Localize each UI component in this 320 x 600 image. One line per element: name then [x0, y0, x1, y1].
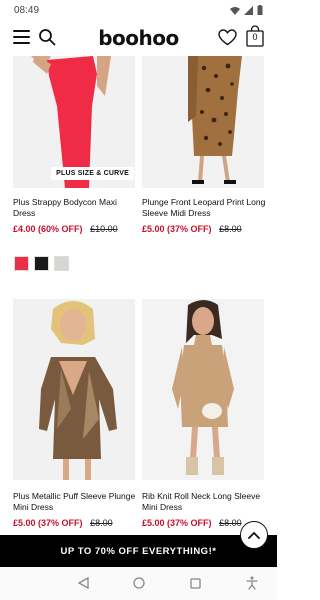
- product-name[interactable]: Rib Knit Roll Neck Long Sleeve Mini Dres…: [142, 491, 266, 513]
- screen: 08:49 boohoo 0 PLUS SIZE & CURVE Plus St…: [0, 0, 277, 600]
- bag-count: 0: [252, 32, 258, 42]
- product-image[interactable]: [142, 299, 264, 480]
- original-price: £8.00: [90, 518, 113, 528]
- sale-price: £5.00: [142, 518, 165, 528]
- color-swatches: [14, 256, 69, 271]
- system-nav-bar: [0, 567, 277, 600]
- color-swatch-red[interactable]: [14, 256, 29, 271]
- product-price: £5.00 (37% OFF) £8.00: [13, 518, 143, 528]
- product-name[interactable]: Plus Metallic Puff Sleeve Plunge Mini Dr…: [13, 491, 137, 513]
- promo-text: UP TO 70% OFF EVERYTHING!*: [60, 545, 217, 557]
- original-price: £10.00: [90, 224, 118, 234]
- product-price: £4.00 (60% OFF) £10.00: [13, 224, 143, 234]
- status-icons: [230, 5, 263, 15]
- discount-percent: (60% OFF): [38, 224, 83, 234]
- promo-banner[interactable]: UP TO 70% OFF EVERYTHING!*: [0, 535, 277, 567]
- product-name[interactable]: Plus Strappy Bodycon Maxi Dress: [13, 197, 137, 219]
- menu-icon[interactable]: [13, 30, 30, 44]
- scroll-to-top-button[interactable]: [240, 521, 268, 549]
- product-badge: PLUS SIZE & CURVE: [51, 167, 134, 180]
- chevron-up-icon: [248, 531, 260, 539]
- battery-icon: [257, 5, 263, 15]
- product-image[interactable]: [142, 56, 264, 188]
- discount-percent: (37% OFF): [167, 518, 212, 528]
- discount-percent: (37% OFF): [167, 224, 212, 234]
- wishlist-heart-icon[interactable]: [218, 29, 237, 46]
- sale-price: £4.00: [13, 224, 36, 234]
- status-time: 08:49: [14, 4, 40, 16]
- color-swatch-black[interactable]: [34, 256, 49, 271]
- sale-price: £5.00: [142, 224, 165, 234]
- shopping-bag-icon[interactable]: 0: [246, 25, 264, 47]
- header: boohoo 0: [0, 20, 277, 56]
- original-price: £8.00: [219, 224, 242, 234]
- accessibility-icon[interactable]: [244, 575, 260, 591]
- wifi-icon: [230, 6, 240, 15]
- recents-icon[interactable]: [187, 575, 203, 591]
- product-name[interactable]: Plunge Front Leopard Print Long Sleeve M…: [142, 197, 266, 219]
- color-swatch-grey[interactable]: [54, 256, 69, 271]
- search-icon[interactable]: [38, 28, 56, 46]
- home-icon[interactable]: [131, 575, 147, 591]
- sale-price: £5.00: [13, 518, 36, 528]
- product-image[interactable]: PLUS SIZE & CURVE: [13, 56, 135, 188]
- original-price: £8.00: [219, 518, 242, 528]
- status-bar: 08:49: [0, 0, 277, 20]
- product-price: £5.00 (37% OFF) £8.00: [142, 224, 272, 234]
- discount-percent: (37% OFF): [38, 518, 83, 528]
- product-image[interactable]: [13, 299, 135, 480]
- signal-icon: [244, 5, 253, 15]
- back-icon[interactable]: [75, 575, 91, 591]
